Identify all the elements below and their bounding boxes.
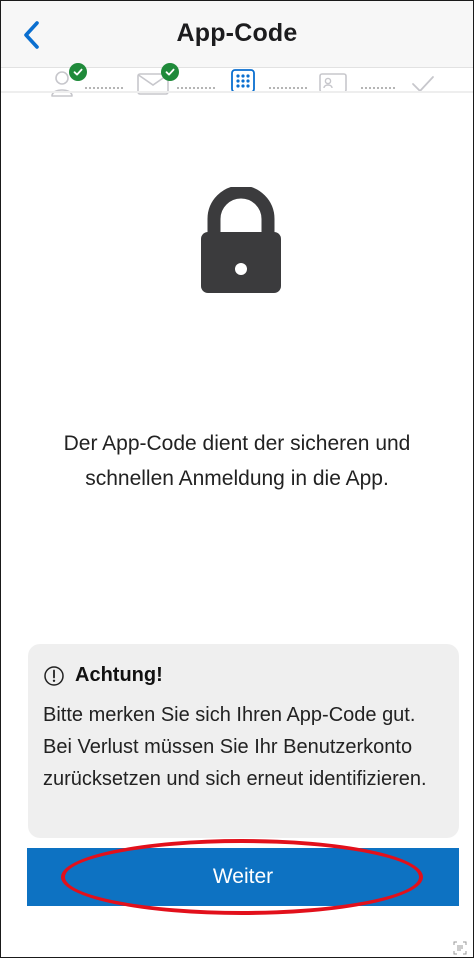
step-finish [411, 75, 435, 93]
info-circle-icon [44, 665, 64, 686]
step-app-code [231, 69, 255, 93]
page-title: App-Code [176, 19, 298, 47]
description-text: Der App-Code dient der sicheren und schn… [63, 432, 411, 490]
checkmark-icon [412, 76, 434, 92]
step-connector [361, 87, 395, 89]
keypad-icon [231, 69, 255, 93]
navigation-bar: App-Code [1, 1, 473, 68]
step-connector [269, 87, 309, 89]
step-connector [177, 87, 217, 89]
progress-stepper [1, 61, 473, 101]
id-card-icon [319, 73, 347, 93]
step-complete-check-icon [69, 63, 87, 81]
step-id-card [319, 73, 347, 93]
step-email [137, 63, 179, 95]
continue-button[interactable]: Weiter [27, 848, 459, 906]
warning-box: Achtung! Bitte merken Sie sich Ihren App… [28, 644, 459, 838]
warning-header: Achtung! [43, 664, 445, 687]
warning-text: Bitte merken Sie sich Ihren App-Code gut… [43, 704, 427, 790]
step-connector [85, 87, 125, 89]
screen: App-Code Der App-Code dient der sicheren… [0, 0, 474, 958]
step-profile [49, 63, 87, 99]
warning-title: Achtung! [75, 664, 163, 686]
lock-icon [201, 187, 281, 293]
step-complete-check-icon [161, 63, 179, 81]
text-scan-icon[interactable] [453, 941, 467, 955]
